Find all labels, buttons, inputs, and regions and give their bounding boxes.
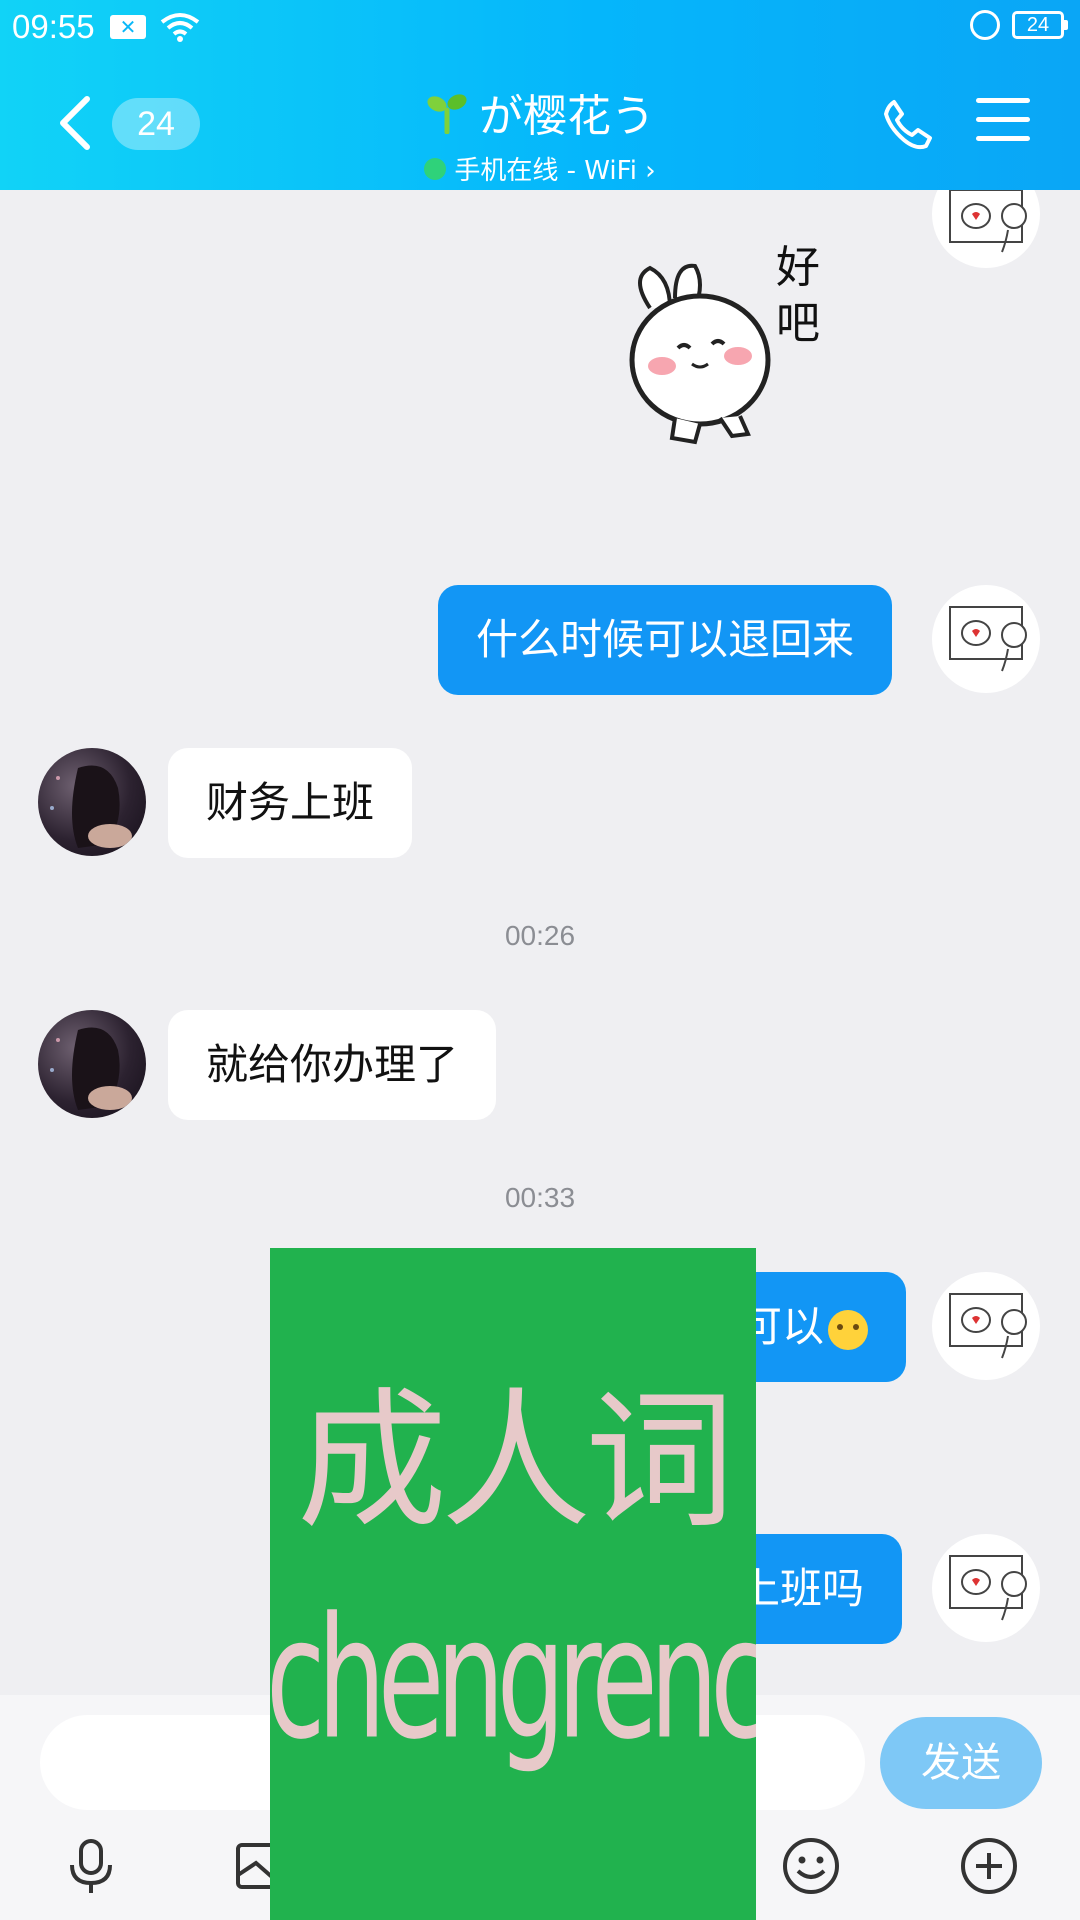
contact-name-row: が樱花う	[425, 80, 655, 144]
watermark-overlay: 成人词 chengrenci.com	[270, 1248, 756, 1920]
mic-icon[interactable]	[60, 1835, 122, 1897]
menu-button[interactable]	[976, 98, 1030, 142]
status-icons: ✕	[110, 12, 200, 42]
watermark-text-cn: 成人词	[296, 1375, 735, 1549]
status-time: 09:55	[12, 8, 95, 45]
sprout-icon	[427, 94, 467, 134]
menu-line	[976, 117, 1030, 122]
watermark-text-url: chengrenci.com	[270, 1583, 756, 1777]
contact-name: が樱花う	[479, 91, 655, 142]
avatar-doodle-icon	[949, 1555, 1027, 1621]
avatar-doodle-icon	[949, 190, 1027, 253]
phone-call-button[interactable]	[880, 96, 936, 152]
friend-photo-icon	[50, 1027, 132, 1110]
status-right: 24	[970, 10, 1068, 40]
contact-status-row[interactable]: 手机在线 - WiFi ›	[424, 150, 656, 187]
wifi-icon	[160, 13, 200, 42]
online-status-icon	[424, 157, 447, 180]
avatar-doodle-icon	[949, 1293, 1027, 1359]
no-sim-icon: ✕	[110, 15, 146, 39]
avatar-doodle-icon	[949, 606, 1027, 672]
sticker-caption: 好 吧	[776, 242, 820, 349]
friend-message-bubble[interactable]: 就给你办理了	[168, 1010, 497, 1120]
my-message-bubble[interactable]: 什么时候可以退回来	[438, 585, 893, 695]
message-timestamp: 00:33	[504, 1182, 576, 1213]
plus-icon[interactable]	[958, 1835, 1020, 1897]
my-avatar[interactable]	[932, 585, 1040, 693]
friend-photo-icon	[50, 765, 132, 848]
my-avatar[interactable]	[932, 1272, 1040, 1380]
my-avatar[interactable]	[932, 190, 1040, 268]
contact-status: 手机在线 - WiFi ›	[454, 156, 656, 186]
friend-message-bubble[interactable]: 财务上班	[168, 748, 413, 858]
rotation-lock-icon	[970, 10, 1000, 40]
menu-line	[976, 98, 1030, 103]
sad-emoji-icon	[828, 1309, 869, 1350]
battery-icon: 24	[1012, 11, 1068, 39]
send-button[interactable]: 发送	[880, 1717, 1042, 1809]
emoji-icon[interactable]	[780, 1835, 842, 1897]
message-timestamp: 00:26	[504, 920, 576, 951]
menu-line	[976, 136, 1030, 141]
friend-avatar[interactable]	[38, 748, 146, 856]
chat-header: 09:55 ✕ 24 24 が樱花う 手机在线 - WiFi ›	[0, 0, 1080, 190]
friend-avatar[interactable]	[38, 1010, 146, 1118]
my-avatar[interactable]	[932, 1534, 1040, 1642]
